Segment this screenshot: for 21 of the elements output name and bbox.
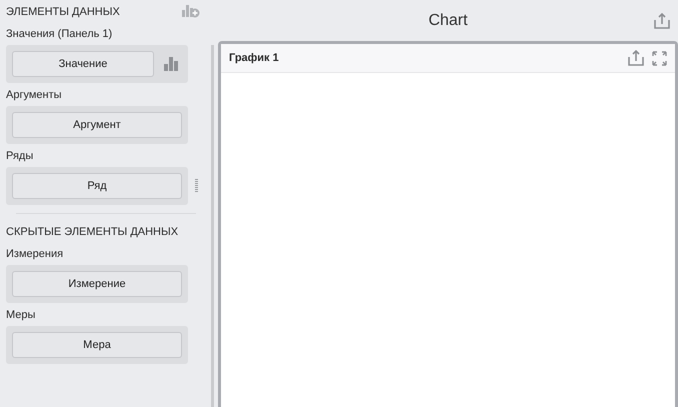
export-icon[interactable] [628,50,644,66]
export-icon[interactable] [654,13,670,29]
field-button[interactable]: Аргумент [12,112,182,138]
item-caption: График 1 [229,52,280,64]
section-label: Ряды [6,150,34,162]
field-button[interactable]: Ряд [12,173,182,199]
field-button[interactable]: Значение [12,51,154,77]
section-title: СКРЫТЫЕ ЭЛЕМЕНТЫ ДАННЫХ [6,224,178,238]
field-button[interactable]: Измерение [12,271,182,297]
section-label: Значения (Панель 1) [6,28,114,40]
section-label: Измерения [6,248,64,260]
drag-handle-icon[interactable] [195,179,198,193]
section-label: Аргументы [6,89,63,101]
section-title: ЭЛЕМЕНТЫ ДАННЫХ [6,4,120,18]
add-chart-icon[interactable] [182,4,200,18]
scrollbar[interactable] [211,45,214,407]
maximize-icon[interactable] [652,50,667,66]
section-label: Меры [6,309,36,321]
field-button[interactable]: Мера [12,332,182,358]
bar-chart-icon[interactable] [164,57,178,71]
dashboard-title: Chart [428,12,468,30]
